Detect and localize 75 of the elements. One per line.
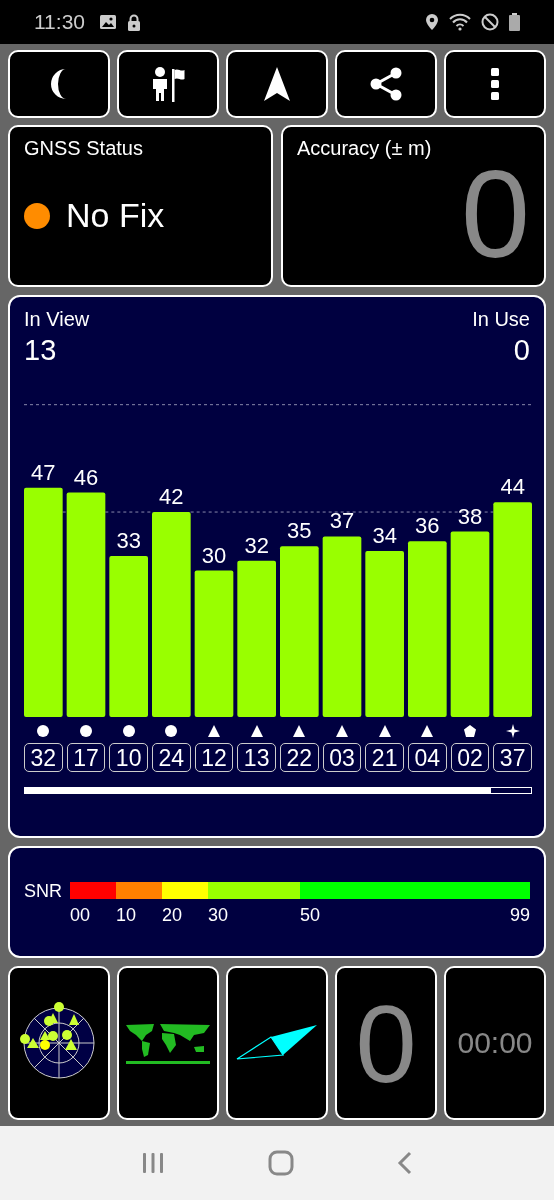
bar-value-label: 44: [500, 474, 525, 500]
satellite-id: 17: [66, 743, 106, 772]
scale-label: 10: [116, 905, 137, 926]
bar-value-label: 42: [159, 484, 184, 510]
do-not-disturb-icon: [481, 13, 499, 31]
home-icon[interactable]: [268, 1150, 294, 1176]
satellite-id: 02: [450, 743, 490, 772]
triangle-marker-icon: [249, 724, 264, 738]
triangle-marker-icon: [377, 724, 392, 738]
scale-label: 20: [162, 905, 183, 926]
triangle-marker-icon: [292, 724, 307, 738]
share-icon: [369, 67, 403, 101]
in-use-label: In Use: [472, 307, 530, 331]
bar-value-label: 37: [329, 508, 355, 534]
circle-marker-icon: [121, 724, 136, 738]
navigation-arrow-icon: [263, 66, 291, 102]
more-options-icon: [490, 67, 500, 101]
sky-plot-tile[interactable]: [8, 966, 110, 1120]
wifi-icon: [449, 13, 471, 31]
satellite-id: 03: [322, 743, 362, 772]
bar-value-label: 33: [116, 527, 141, 553]
satellite-id: 37: [493, 743, 532, 772]
triangle-marker-icon: [207, 724, 221, 738]
satellite-id: 22: [280, 743, 319, 772]
bar-value-label: 46: [73, 464, 99, 490]
satellite-id: 04: [408, 743, 447, 772]
circle-marker-icon: [164, 724, 179, 738]
image-icon: [99, 14, 117, 30]
satellite-id: 10: [109, 743, 148, 772]
recent-apps-icon[interactable]: [141, 1152, 166, 1174]
in-use-count: 0: [512, 333, 530, 367]
circle-marker-icon: [79, 724, 93, 738]
triangle-marker-icon: [335, 724, 349, 738]
back-icon[interactable]: [396, 1151, 413, 1175]
compass-needle-tile[interactable]: [226, 966, 328, 1120]
snr-label: SNR: [24, 882, 62, 903]
scale-label: 99: [510, 905, 530, 926]
in-view-count: 13: [24, 333, 58, 367]
bar-value-label: 47: [31, 459, 56, 485]
location-icon: [425, 13, 439, 31]
satellite-id: 13: [237, 743, 276, 772]
satellite-id: 21: [365, 743, 404, 772]
bar-value-label: 30: [201, 542, 227, 568]
satellite-id: 24: [152, 743, 191, 772]
bar-value-label: 32: [244, 532, 269, 558]
navigation-arrow-button[interactable]: [226, 50, 328, 118]
star-marker-icon: [505, 724, 520, 738]
accuracy-value: 0: [460, 152, 530, 276]
pentagon-marker-icon: [463, 724, 477, 738]
speed-tile[interactable]: 0: [335, 966, 437, 1120]
scale-label: 00: [70, 905, 91, 926]
person-with-flag-icon: [151, 66, 185, 102]
battery-icon: [509, 13, 520, 31]
bar-value-label: 34: [372, 523, 397, 549]
bar-value-label: 36: [415, 513, 440, 539]
card-title: Accuracy (± m): [297, 137, 433, 160]
satellite-id: 12: [194, 743, 234, 772]
bar-value-label: 38: [457, 503, 483, 529]
share-button[interactable]: [335, 50, 437, 118]
moon-button[interactable]: [8, 50, 110, 118]
triangle-marker-icon: [420, 724, 435, 738]
fix-status: No Fix: [66, 196, 165, 235]
more-options-button[interactable]: [444, 50, 546, 118]
timer-tile[interactable]: 00:00: [444, 966, 546, 1120]
satellite-id: 32: [24, 743, 63, 772]
person-with-flag-button[interactable]: [117, 50, 219, 118]
scale-label: 50: [300, 905, 321, 926]
circle-marker-icon: [36, 724, 51, 738]
in-view-label: In View: [24, 307, 90, 331]
card-title: GNSS Status: [24, 137, 144, 160]
bar-value-label: 35: [287, 518, 312, 544]
world-map-tile[interactable]: [117, 966, 219, 1120]
lock-icon: [127, 13, 141, 31]
scale-label: 30: [208, 905, 229, 926]
status-time: 11:30: [34, 10, 85, 34]
